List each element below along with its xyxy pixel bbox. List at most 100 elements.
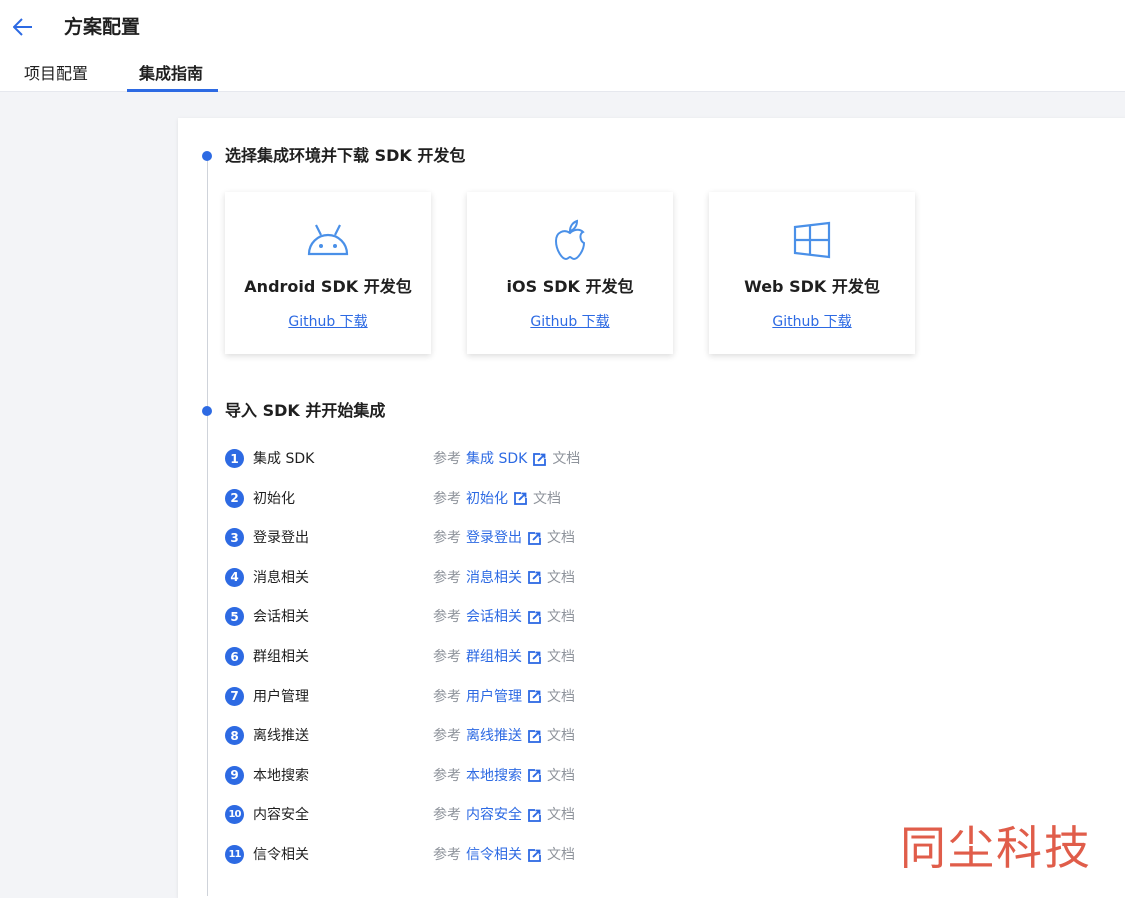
ref-suffix: 文档 [547, 569, 575, 586]
step-name: 内容安全 [253, 807, 309, 824]
step-reference: 参考 内容安全 文档 [433, 804, 575, 826]
external-link-icon[interactable] [514, 492, 527, 505]
ref-suffix: 文档 [547, 728, 575, 745]
external-link-icon[interactable] [528, 848, 541, 862]
page-title: 方案配置 [64, 16, 141, 38]
step-name: 信令相关 [253, 847, 309, 863]
step-reference: 参考 信令相关 文档 [433, 844, 575, 866]
ref-suffix: 文档 [547, 847, 575, 863]
external-link-icon[interactable] [533, 452, 547, 466]
android-icon [307, 224, 349, 256]
windows-icon [793, 221, 831, 259]
step-name: 登录登出 [253, 530, 309, 547]
external-link-icon[interactable] [528, 610, 541, 624]
step-reference: 参考 登录登出 文档 [433, 527, 575, 549]
doc-link[interactable]: 离线推送 [466, 725, 522, 747]
step-number-badge: 6 [225, 647, 244, 666]
timeline-dot-2 [202, 406, 212, 416]
ref-prefix: 参考 [433, 767, 461, 784]
section-title-integrate: 导入 SDK 并开始集成 [225, 401, 386, 420]
doc-link[interactable]: 本地搜索 [466, 765, 522, 787]
ref-suffix: 文档 [547, 530, 575, 547]
step-number-badge: 1 [225, 449, 244, 468]
card-title: Android SDK 开发包 [244, 277, 412, 296]
arrow-left-icon [13, 18, 32, 36]
doc-link[interactable]: 会话相关 [466, 606, 522, 628]
ref-suffix: 文档 [533, 490, 561, 507]
doc-link[interactable]: 信令相关 [466, 844, 522, 866]
card-ios-sdk[interactable]: iOS SDK 开发包 Github 下载 [467, 192, 673, 354]
github-download-link[interactable]: Github 下载 [225, 312, 431, 332]
doc-link[interactable]: 集成 SDK [466, 448, 527, 470]
step-name: 用户管理 [253, 688, 309, 705]
external-link-icon[interactable] [528, 729, 541, 743]
external-link-icon[interactable] [528, 650, 541, 664]
step-name: 离线推送 [253, 728, 309, 745]
doc-link[interactable]: 群组相关 [466, 646, 522, 668]
back-button[interactable] [10, 14, 36, 40]
step-name: 群组相关 [253, 649, 309, 665]
step-number-badge: 9 [225, 765, 244, 785]
step-name: 初始化 [253, 490, 295, 507]
step-number-badge: 8 [225, 726, 244, 746]
step-number-badge: 3 [225, 528, 244, 548]
list-item: 4 消息相关 参考 消息相关 文档 [225, 567, 825, 589]
watermark-text: 同尘科技 [900, 821, 1092, 875]
list-item: 3 登录登出 参考 登录登出 文档 [225, 527, 825, 549]
card-android-sdk[interactable]: Android SDK 开发包 Github 下载 [225, 192, 431, 354]
ref-prefix: 参考 [433, 688, 461, 705]
list-item: 10 内容安全 参考 内容安全 文档 [225, 804, 825, 826]
step-reference: 参考 初始化 文档 [433, 488, 561, 510]
step-name: 集成 SDK [253, 451, 315, 467]
step-reference: 参考 本地搜索 文档 [433, 765, 575, 787]
timeline-dot-1 [202, 151, 212, 161]
ref-prefix: 参考 [433, 490, 461, 507]
step-reference: 参考 会话相关 文档 [433, 606, 575, 628]
ref-prefix: 参考 [433, 728, 461, 745]
step-number-badge: 11 [225, 845, 244, 864]
step-reference: 参考 消息相关 文档 [433, 567, 575, 589]
ref-prefix: 参考 [433, 451, 461, 467]
step-reference: 参考 群组相关 文档 [433, 646, 575, 668]
github-download-link[interactable]: Github 下载 [467, 312, 673, 332]
doc-link[interactable]: 内容安全 [466, 804, 522, 826]
ref-prefix: 参考 [433, 649, 461, 665]
card-title: iOS SDK 开发包 [506, 277, 634, 296]
step-number-badge: 10 [225, 805, 244, 825]
doc-link[interactable]: 消息相关 [466, 567, 522, 589]
section-title-download: 选择集成环境并下载 SDK 开发包 [225, 146, 466, 165]
tab-project-config[interactable]: 项目配置 [24, 62, 88, 86]
step-number-badge: 7 [225, 686, 244, 706]
ref-suffix: 文档 [547, 688, 575, 705]
ref-suffix: 文档 [547, 609, 575, 626]
doc-link[interactable]: 登录登出 [466, 527, 522, 549]
list-item: 8 离线推送 参考 离线推送 文档 [225, 725, 825, 747]
external-link-icon[interactable] [528, 531, 541, 545]
ref-prefix: 参考 [433, 530, 461, 547]
doc-link[interactable]: 初始化 [466, 488, 508, 510]
ref-prefix: 参考 [433, 569, 461, 586]
active-tab-indicator [127, 89, 218, 92]
github-download-link[interactable]: Github 下载 [709, 312, 915, 332]
external-link-icon[interactable] [528, 769, 541, 783]
apple-icon [554, 219, 586, 261]
ref-suffix: 文档 [547, 767, 575, 784]
card-title: Web SDK 开发包 [744, 277, 880, 296]
list-item: 5 会话相关 参考 会话相关 文档 [225, 606, 825, 628]
ref-prefix: 参考 [433, 807, 461, 824]
top-bar: 方案配置 项目配置 集成指南 [0, 0, 1125, 92]
list-item: 6 群组相关 参考 群组相关 文档 [225, 646, 825, 668]
external-link-icon[interactable] [528, 571, 541, 585]
step-reference: 参考 集成 SDK 文档 [433, 448, 580, 470]
ref-prefix: 参考 [433, 609, 461, 626]
ref-suffix: 文档 [547, 807, 575, 824]
step-name: 会话相关 [253, 609, 309, 626]
card-web-sdk[interactable]: Web SDK 开发包 Github 下载 [709, 192, 915, 354]
ref-prefix: 参考 [433, 847, 461, 863]
external-link-icon[interactable] [528, 808, 541, 822]
tab-integration-guide[interactable]: 集成指南 [139, 62, 203, 86]
step-reference: 参考 用户管理 文档 [433, 686, 575, 708]
step-reference: 参考 离线推送 文档 [433, 725, 575, 747]
doc-link[interactable]: 用户管理 [466, 686, 522, 708]
external-link-icon[interactable] [528, 690, 541, 703]
